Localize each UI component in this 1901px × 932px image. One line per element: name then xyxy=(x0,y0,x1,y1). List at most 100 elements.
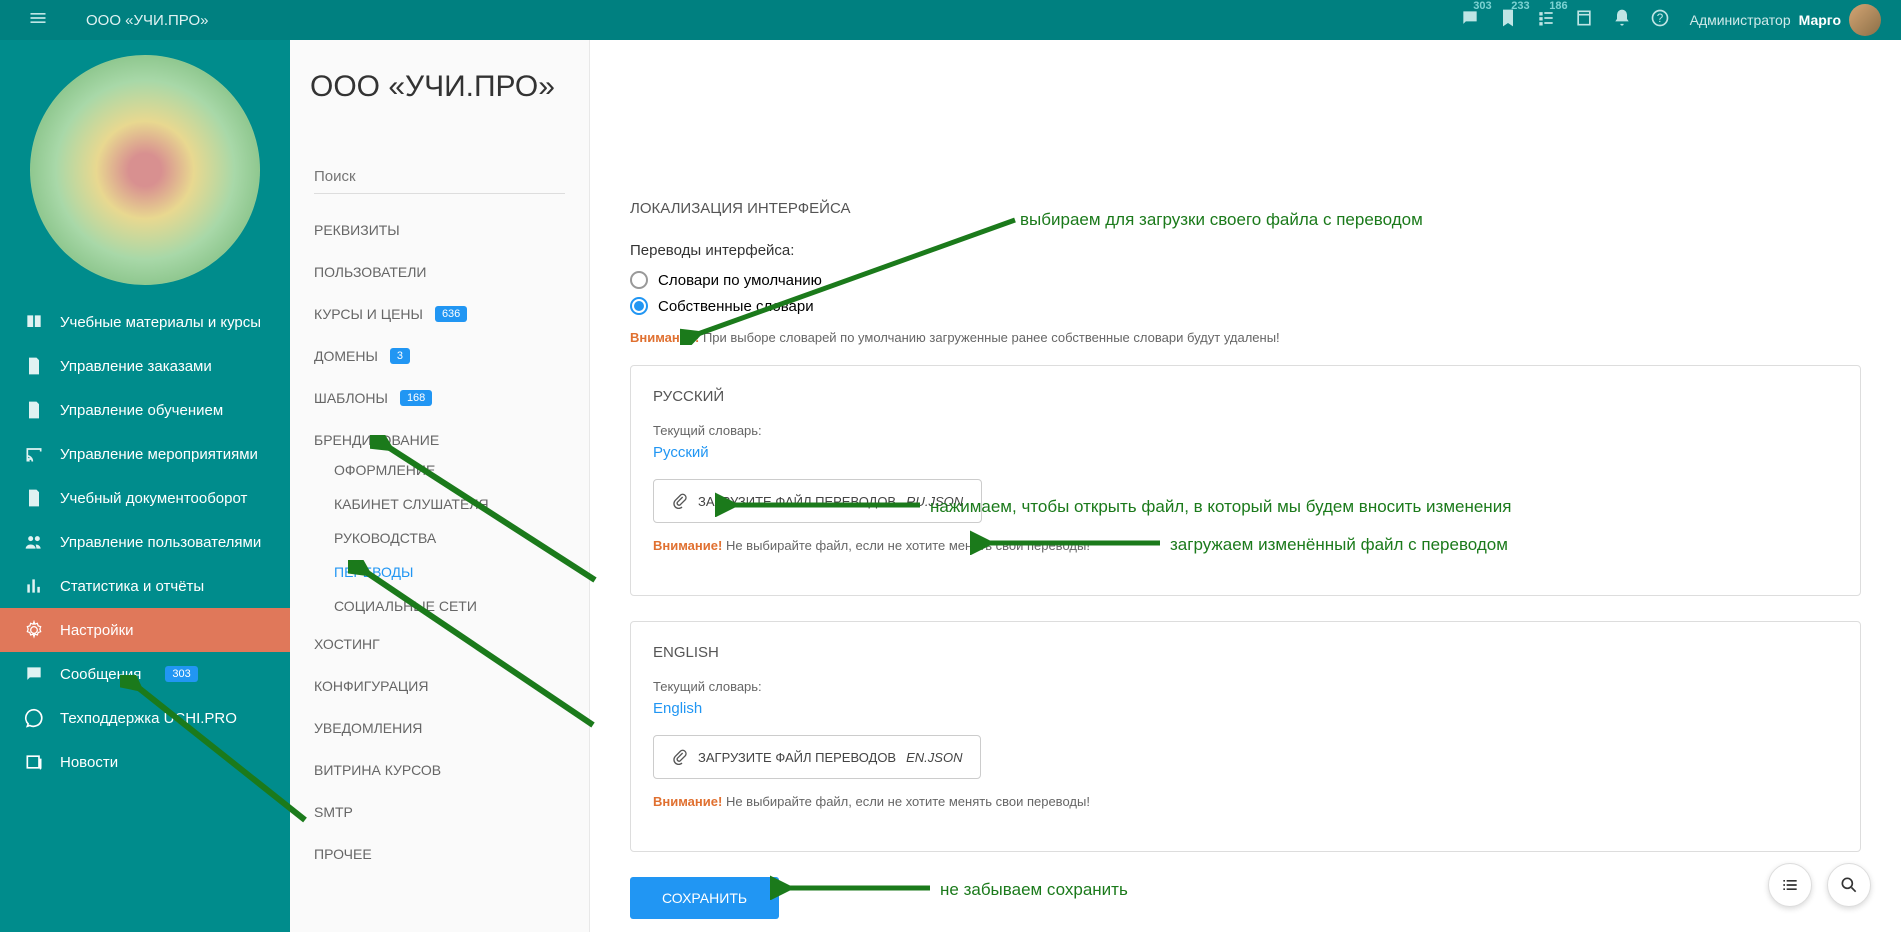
panel-warning: Внимание! Не выбирайте файл, если не хот… xyxy=(653,794,1838,809)
subnav-item-5[interactable]: БРЕНДИРОВАНИЕ xyxy=(290,419,589,453)
subnav-label: БРЕНДИРОВАНИЕ xyxy=(314,432,439,448)
sidebar-item-9[interactable]: Техподдержка UCHI.PRO xyxy=(0,696,290,740)
svg-text:?: ? xyxy=(1656,12,1663,25)
sidebar-item-8[interactable]: Сообщения 303 xyxy=(0,652,290,696)
subnav-label: SMTP xyxy=(314,804,353,820)
header-list-icon[interactable]: 186 xyxy=(1536,8,1556,33)
upload-filename: EN.JSON xyxy=(906,750,962,765)
doc-icon xyxy=(24,488,44,508)
save-button[interactable]: СОХРАНИТЬ xyxy=(630,877,779,919)
main-warning: Внимание! При выборе словарей по умолчан… xyxy=(630,330,1861,345)
radio-default-dictionaries[interactable]: Словари по умолчанию xyxy=(630,271,1861,289)
help-icon: ? xyxy=(1650,8,1670,28)
warning-prefix: Внимание! xyxy=(653,794,722,809)
subnav-subitem-5-1[interactable]: КАБИНЕТ СЛУШАТЕЛЯ xyxy=(290,487,589,521)
fab-list[interactable] xyxy=(1768,863,1812,907)
sidebar-item-3[interactable]: Управление мероприятиями xyxy=(0,432,290,476)
lang-title: ENGLISH xyxy=(653,644,1838,661)
menu-toggle[interactable] xyxy=(20,0,56,41)
sidebar-badge: 303 xyxy=(165,666,197,682)
calendar-icon xyxy=(1574,8,1594,28)
upload-button-0[interactable]: ЗАГРУЗИТЕ ФАЙЛ ПЕРЕВОДОВ RU.JSON xyxy=(653,479,982,523)
list-fab-icon xyxy=(1780,875,1800,895)
radio-default-label: Словари по умолчанию xyxy=(658,272,822,289)
fab-search[interactable] xyxy=(1827,863,1871,907)
section-title: ЛОКАЛИЗАЦИЯ ИНТЕРФЕЙСА xyxy=(630,200,1861,217)
subnav-label: ПРОЧЕЕ xyxy=(314,846,372,862)
subnav-subitem-5-2[interactable]: РУКОВОДСТВА xyxy=(290,521,589,555)
lang-title: РУССКИЙ xyxy=(653,388,1838,405)
current-dict-label: Текущий словарь: xyxy=(653,423,1838,438)
sidebar-item-6[interactable]: Статистика и отчёты xyxy=(0,564,290,608)
subnav-search-input[interactable] xyxy=(314,160,565,194)
subnav-badge: 168 xyxy=(400,390,432,406)
warning-message: При выборе словарей по умолчанию загруже… xyxy=(703,330,1280,345)
current-dict-link[interactable]: English xyxy=(653,700,702,717)
user-menu[interactable]: Администратор Марго xyxy=(1690,4,1881,36)
subnav-item-1[interactable]: ПОЛЬЗОВАТЕЛИ xyxy=(290,251,589,293)
upload-filename: RU.JSON xyxy=(906,494,963,509)
news-icon xyxy=(24,752,44,772)
file-icon xyxy=(24,356,44,376)
subnav-subitem-5-0[interactable]: ОФОРМЛЕНИЕ xyxy=(290,453,589,487)
warning-prefix: Внимание! xyxy=(630,330,699,345)
sidebar-item-1[interactable]: Управление заказами xyxy=(0,344,290,388)
subnav-label: КОНФИГУРАЦИЯ xyxy=(314,678,428,694)
fab-group xyxy=(1768,863,1871,907)
sidebar-item-label: Управление заказами xyxy=(60,358,212,375)
sidebar-item-label: Учебные материалы и курсы xyxy=(60,314,261,331)
subnav-label: КУРСЫ И ЦЕНЫ xyxy=(314,306,423,322)
sidebar-item-label: Статистика и отчёты xyxy=(60,578,204,595)
sidebar-item-2[interactable]: Управление обучением xyxy=(0,388,290,432)
sidebar-item-label: Управление пользователями xyxy=(60,534,261,551)
sidebar-item-label: Настройки xyxy=(60,622,134,639)
subnav-item-9[interactable]: ВИТРИНА КУРСОВ xyxy=(290,749,589,791)
subnav-item-6[interactable]: ХОСТИНГ xyxy=(290,623,589,665)
subnav-label: УВЕДОМЛЕНИЯ xyxy=(314,720,422,736)
people-icon xyxy=(24,532,44,552)
sidebar-item-4[interactable]: Учебный документооборот xyxy=(0,476,290,520)
header-calendar-icon[interactable] xyxy=(1574,8,1594,33)
search-fab-icon xyxy=(1839,875,1859,895)
attachment-icon xyxy=(672,492,688,510)
subnav-item-0[interactable]: РЕКВИЗИТЫ xyxy=(290,209,589,251)
avatar xyxy=(1849,4,1881,36)
bell-icon xyxy=(1612,8,1632,28)
subnav-item-4[interactable]: ШАБЛОНЫ168 xyxy=(290,377,589,419)
sidebar-item-label: Техподдержка UCHI.PRO xyxy=(60,710,237,727)
warning-msg: Не выбирайте файл, если не хотите менять… xyxy=(726,794,1090,809)
subnav-subitem-5-4[interactable]: СОЦИАЛЬНЫЕ СЕТИ xyxy=(290,589,589,623)
sidebar-item-10[interactable]: Новости xyxy=(0,740,290,784)
subnav-item-10[interactable]: SMTP xyxy=(290,791,589,833)
warning-prefix: Внимание! xyxy=(653,538,722,553)
subnav-item-7[interactable]: КОНФИГУРАЦИЯ xyxy=(290,665,589,707)
header-doc-icon[interactable]: 233 xyxy=(1498,8,1518,33)
sidebar-item-0[interactable]: Учебные материалы и курсы xyxy=(0,300,290,344)
subnav-item-2[interactable]: КУРСЫ И ЦЕНЫ636 xyxy=(290,293,589,335)
header-title: ООО «УЧИ.ПРО» xyxy=(86,12,208,29)
subnav-subitem-5-3[interactable]: ПЕРЕВОДЫ xyxy=(290,555,589,589)
sidebar-item-label: Сообщения xyxy=(60,666,141,683)
user-name: Марго xyxy=(1799,12,1841,28)
header-chat-icon[interactable]: 303 xyxy=(1460,8,1480,33)
radio-circle-checked-icon xyxy=(630,297,648,315)
subnav-item-3[interactable]: ДОМЕНЫ3 xyxy=(290,335,589,377)
subnav-label: ВИТРИНА КУРСОВ xyxy=(314,762,441,778)
radio-custom-dictionaries[interactable]: Собственные словари xyxy=(630,297,1861,315)
current-dict-link[interactable]: Русский xyxy=(653,444,709,461)
attachment-icon xyxy=(672,748,688,766)
header-bell-icon[interactable] xyxy=(1612,8,1632,33)
header-help-icon[interactable]: ? xyxy=(1650,8,1670,33)
list-badge: 186 xyxy=(1549,0,1567,12)
sidebar-item-5[interactable]: Управление пользователями xyxy=(0,520,290,564)
sidebar-item-7[interactable]: Настройки xyxy=(0,608,290,652)
current-dict-label: Текущий словарь: xyxy=(653,679,1838,694)
upload-label: ЗАГРУЗИТЕ ФАЙЛ ПЕРЕВОДОВ xyxy=(698,750,896,765)
sidebar-item-label: Управление мероприятиями xyxy=(60,446,258,463)
subnav-item-11[interactable]: ПРОЧЕЕ xyxy=(290,833,589,875)
warning-msg: Не выбирайте файл, если не хотите менять… xyxy=(726,538,1090,553)
app-header: ООО «УЧИ.ПРО» 303 233 186 ? Администрато… xyxy=(0,0,1901,40)
subnav-item-8[interactable]: УВЕДОМЛЕНИЯ xyxy=(290,707,589,749)
upload-button-1[interactable]: ЗАГРУЗИТЕ ФАЙЛ ПЕРЕВОДОВ EN.JSON xyxy=(653,735,981,779)
translations-label: Переводы интерфейса: xyxy=(630,242,1861,259)
